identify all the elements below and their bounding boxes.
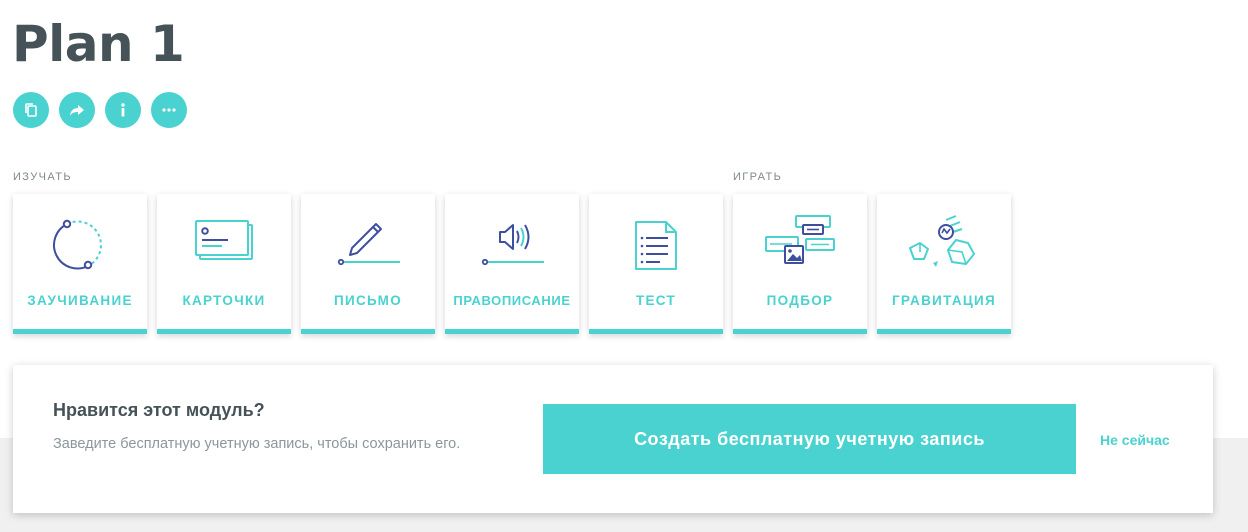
tile-label: ЗАУЧИВАНИЕ	[27, 293, 133, 308]
banner-heading: Нравится этот модуль?	[53, 400, 265, 420]
study-mode-tiles: ЗАУЧИВАНИЕ КАРТОЧКИ ПИСЬМО ПРАВОПИСАНИЕ …	[13, 194, 1021, 334]
spell-icon	[481, 224, 544, 266]
banner-text: Заведите бесплатную учетную запись, чтоб…	[53, 436, 461, 452]
tile-flashcards[interactable]: КАРТОЧКИ	[157, 194, 291, 334]
play-section-label: ИГРАТЬ	[733, 171, 783, 183]
match-icon	[765, 215, 835, 264]
share-button[interactable]	[59, 92, 95, 128]
set-actions	[13, 92, 197, 128]
tile-label: КАРТОЧКИ	[182, 293, 266, 308]
study-section-label: ИЗУЧАТЬ	[13, 171, 72, 183]
more-button[interactable]	[151, 92, 187, 128]
tile-spell[interactable]: ПРАВОПИСАНИЕ	[445, 194, 579, 334]
learn-icon	[53, 219, 102, 270]
copy-button[interactable]	[13, 92, 49, 128]
tile-learn[interactable]: ЗАУЧИВАНИЕ	[13, 194, 147, 334]
create-account-button[interactable]: Создать бесплатную учетную запись	[543, 404, 1076, 474]
page-title: Plan 1	[12, 15, 185, 73]
tile-label: ТЕСТ	[635, 293, 677, 308]
flashcards-icon	[195, 220, 253, 260]
tile-match[interactable]: ПОДБОР	[733, 194, 867, 334]
info-icon	[121, 103, 125, 117]
tile-test[interactable]: ТЕСТ	[589, 194, 723, 334]
info-button[interactable]	[105, 92, 141, 128]
not-now-link[interactable]: Не сейчас	[1100, 432, 1170, 448]
tile-write[interactable]: ПИСЬМО	[301, 194, 435, 334]
copy-icon	[25, 103, 37, 117]
signup-banner: Нравится этот модуль? Заведите бесплатну…	[13, 365, 1213, 513]
more-icon	[162, 108, 176, 112]
tile-gravity[interactable]: ГРАВИТАЦИЯ	[877, 194, 1011, 334]
gravity-icon	[909, 215, 975, 267]
tile-label: ПРАВОПИСАНИЕ	[453, 293, 571, 308]
share-icon	[70, 105, 84, 116]
tile-label: ГРАВИТАЦИЯ	[891, 293, 997, 308]
test-icon	[635, 221, 677, 270]
write-icon	[337, 223, 400, 266]
page: Plan 1 ИЗУЧАТЬ ИГРАТЬ ЗАУЧИВАНИЕ КАРТОЧК…	[0, 0, 1248, 532]
tile-label: ПИСЬМО	[333, 293, 403, 308]
tile-label: ПОДБОР	[766, 293, 834, 308]
